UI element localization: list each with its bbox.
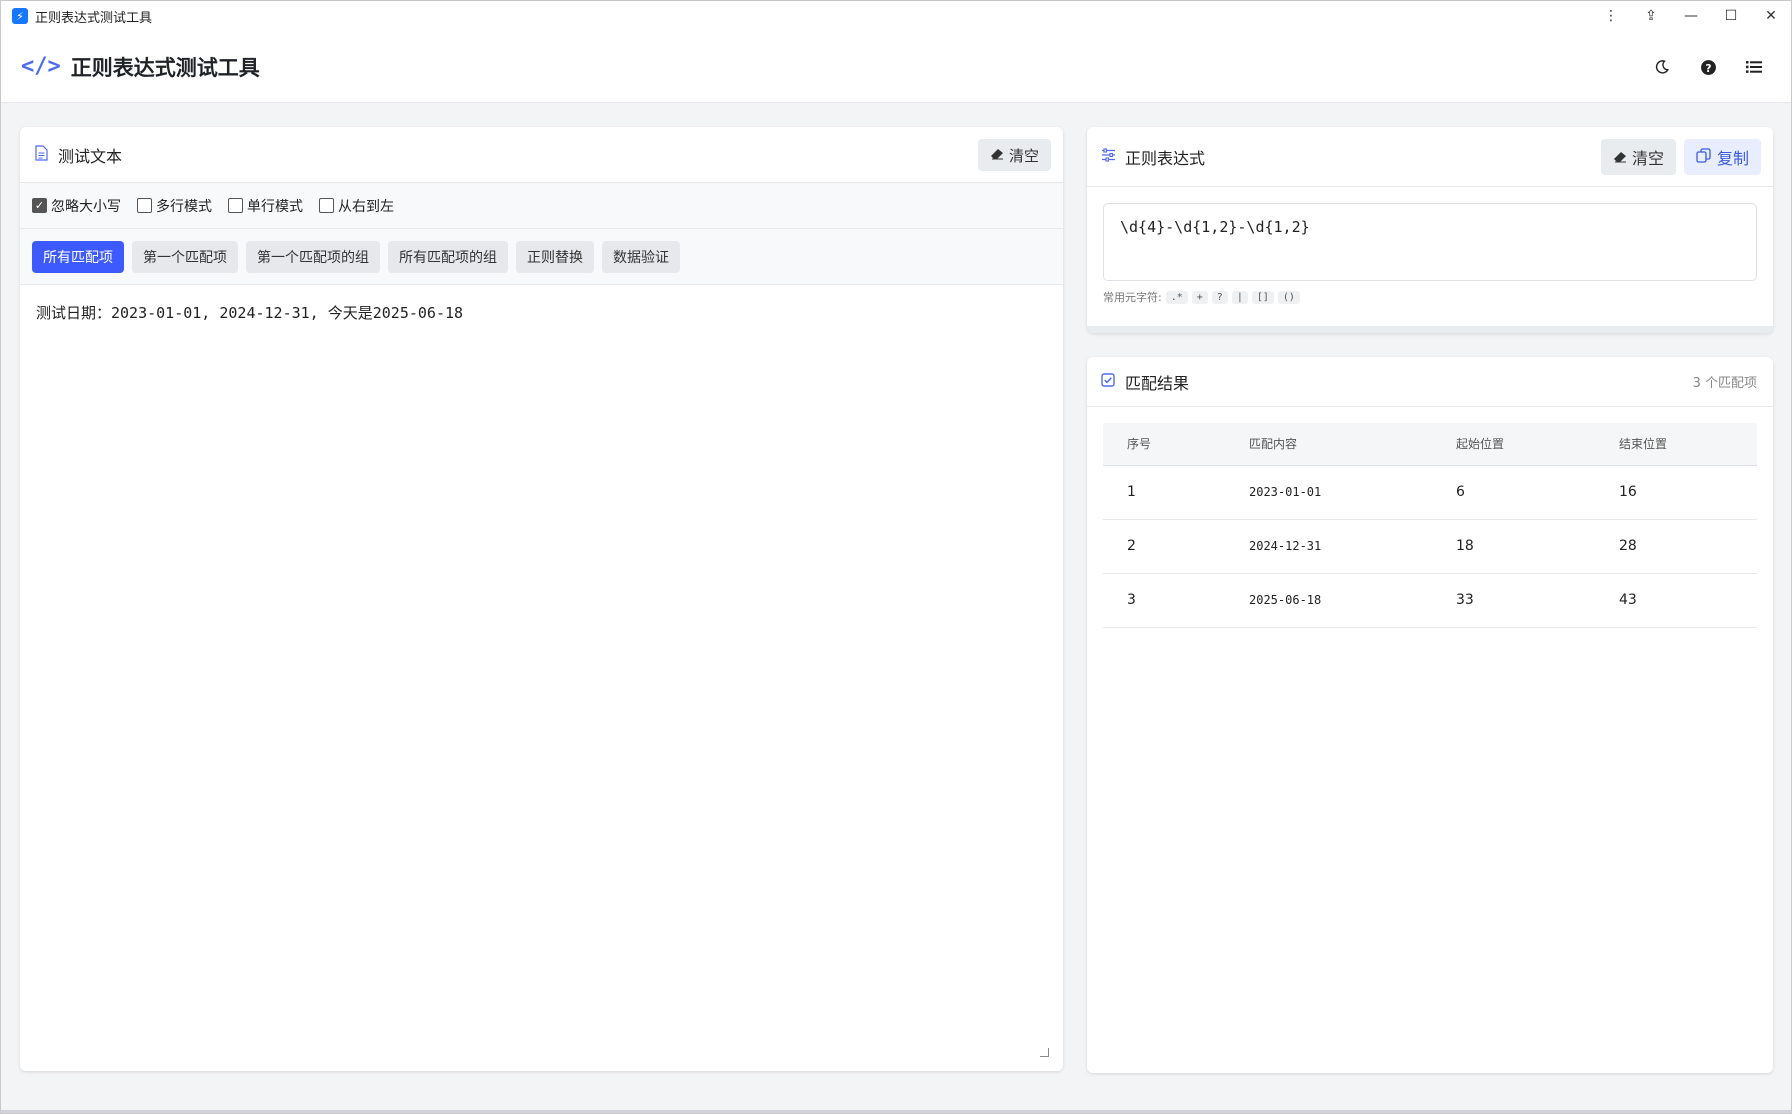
close-button[interactable]: ✕ xyxy=(1751,1,1791,31)
window-title: 正则表达式测试工具 xyxy=(35,10,153,26)
cell-index: 3 xyxy=(1103,573,1225,628)
clear-text-label: 清空 xyxy=(1008,146,1039,165)
cell-end: 28 xyxy=(1595,519,1757,574)
copy-regex-label: 复制 xyxy=(1716,149,1749,168)
copy-icon xyxy=(1696,147,1711,167)
document-icon xyxy=(32,144,50,165)
tab-all-matches[interactable]: 所有匹配项 xyxy=(32,240,124,273)
checkbox-icon[interactable] xyxy=(319,198,334,213)
option-multiline[interactable]: 多行模式 xyxy=(137,196,212,216)
test-text-title: 测试文本 xyxy=(58,146,123,166)
dark-mode-button[interactable] xyxy=(1639,47,1685,87)
pin-icon[interactable]: ⇪ xyxy=(1631,1,1671,31)
meta-char-chip[interactable]: ? xyxy=(1211,290,1228,304)
tab-data-validation[interactable]: 数据验证 xyxy=(602,240,680,273)
regex-panel: 正则表达式 清空 复制 \d{4}-\d{1,2}-\d{1,2} 常用元字符:… xyxy=(1087,127,1773,333)
eraser-icon xyxy=(1613,148,1627,167)
cell-index: 2 xyxy=(1103,519,1225,574)
list-icon xyxy=(1746,61,1762,73)
match-count: 3 个匹配项 xyxy=(1692,376,1757,391)
clear-text-button[interactable]: 清空 xyxy=(977,139,1051,171)
option-right-to-left[interactable]: 从右到左 xyxy=(319,196,394,216)
table-row[interactable]: 3 2025-06-18 33 43 xyxy=(1103,573,1757,628)
maximize-button[interactable]: ☐ xyxy=(1711,1,1751,31)
option-singleline[interactable]: 单行模式 xyxy=(228,196,303,216)
test-text-panel: 测试文本 清空 ✓ 忽略大小写 多行模式 单行模式 从右到左 所有匹配项 第一个… xyxy=(20,127,1063,1071)
tab-regex-replace[interactable]: 正则替换 xyxy=(516,240,594,273)
table-row[interactable]: 2 2024-12-31 18 28 xyxy=(1103,519,1757,574)
app-window: ⚡ 正则表达式测试工具 ⋮ ⇪ — ☐ ✕ </> 正则表达式测试工具 ? 测试… xyxy=(0,0,1792,1114)
clear-regex-label: 清空 xyxy=(1631,149,1664,168)
help-icon: ? xyxy=(1700,59,1716,75)
column-header: 匹配内容 xyxy=(1225,423,1432,466)
app-icon: ⚡ xyxy=(12,8,28,24)
regex-title: 正则表达式 xyxy=(1125,148,1206,168)
resize-handle[interactable] xyxy=(1040,1048,1049,1057)
regex-header: 正则表达式 清空 复制 xyxy=(1087,127,1773,187)
svg-text:?: ? xyxy=(1705,61,1711,74)
cell-match: 2025-06-18 xyxy=(1225,573,1432,628)
checkbox-icon[interactable] xyxy=(228,198,243,213)
cell-start: 6 xyxy=(1432,465,1595,520)
menu-list-button[interactable] xyxy=(1731,47,1777,87)
moon-icon xyxy=(1655,60,1669,74)
minimize-button[interactable]: — xyxy=(1671,1,1711,31)
bottom-edge xyxy=(1,1110,1791,1113)
window-controls: ⋮ ⇪ — ☐ ✕ xyxy=(1591,1,1791,31)
more-options-icon[interactable]: ⋮ xyxy=(1591,1,1631,31)
cell-end: 16 xyxy=(1595,465,1757,520)
meta-char-chip[interactable]: .* xyxy=(1165,290,1188,304)
checkbox-checked-icon xyxy=(1099,372,1117,391)
results-header: 匹配结果 3 个匹配项 xyxy=(1087,357,1773,407)
app-header: </> 正则表达式测试工具 ? xyxy=(1,31,1791,103)
mode-tabs: 所有匹配项 第一个匹配项 第一个匹配项的组 所有匹配项的组 正则替换 数据验证 xyxy=(20,229,1063,285)
test-text-content: 测试日期：2023-01-01, 2024-12-31, 今天是2025-06-… xyxy=(36,304,464,322)
copy-regex-button[interactable]: 复制 xyxy=(1683,139,1761,175)
regex-panel-divider xyxy=(1087,326,1773,333)
results-table: 序号 匹配内容 起始位置 结束位置 1 2023-01-01 6 16 2 20… xyxy=(1103,423,1757,628)
cell-index: 1 xyxy=(1103,465,1225,520)
cell-start: 18 xyxy=(1432,519,1595,574)
help-button[interactable]: ? xyxy=(1685,47,1731,87)
app-title: 正则表达式测试工具 xyxy=(70,55,260,80)
results-title: 匹配结果 xyxy=(1125,373,1190,393)
column-header: 结束位置 xyxy=(1595,423,1757,466)
title-bar: ⚡ 正则表达式测试工具 ⋮ ⇪ — ☐ ✕ xyxy=(1,1,1791,31)
checkbox-icon[interactable] xyxy=(137,198,152,213)
option-ignore-case[interactable]: ✓ 忽略大小写 xyxy=(32,196,121,216)
cell-start: 33 xyxy=(1432,573,1595,628)
tab-all-match-groups[interactable]: 所有匹配项的组 xyxy=(388,240,508,273)
meta-char-chip[interactable]: | xyxy=(1231,290,1248,304)
checkbox-checked-icon[interactable]: ✓ xyxy=(32,198,47,213)
header-actions: ? xyxy=(1639,31,1777,103)
meta-char-chip[interactable]: [] xyxy=(1251,290,1274,304)
eraser-icon xyxy=(990,146,1004,164)
cell-match: 2023-01-01 xyxy=(1225,465,1432,520)
sliders-icon xyxy=(1099,147,1117,166)
tab-first-match-groups[interactable]: 第一个匹配项的组 xyxy=(246,240,380,273)
column-header: 序号 xyxy=(1103,423,1225,466)
column-header: 起始位置 xyxy=(1432,423,1595,466)
meta-chars-label: 常用元字符: xyxy=(1103,291,1162,304)
table-row[interactable]: 1 2023-01-01 6 16 xyxy=(1103,465,1757,520)
test-text-header: 测试文本 清空 xyxy=(20,127,1063,183)
test-text-input[interactable]: 测试日期：2023-01-01, 2024-12-31, 今天是2025-06-… xyxy=(20,286,1063,1071)
regex-options: ✓ 忽略大小写 多行模式 单行模式 从右到左 xyxy=(20,183,1063,229)
tab-first-match[interactable]: 第一个匹配项 xyxy=(132,240,238,273)
cell-match: 2024-12-31 xyxy=(1225,519,1432,574)
meta-char-chip[interactable]: + xyxy=(1191,290,1208,304)
meta-chars-row: 常用元字符: .* + ? | [] () xyxy=(1103,289,1757,305)
meta-char-chip[interactable]: () xyxy=(1277,290,1300,304)
match-results-panel: 匹配结果 3 个匹配项 序号 匹配内容 起始位置 结束位置 1 2023-01-… xyxy=(1087,357,1773,1073)
table-header-row: 序号 匹配内容 起始位置 结束位置 xyxy=(1103,423,1757,466)
regex-input[interactable]: \d{4}-\d{1,2}-\d{1,2} xyxy=(1103,203,1757,281)
clear-regex-button[interactable]: 清空 xyxy=(1600,139,1676,175)
code-icon: </> xyxy=(21,54,61,79)
cell-end: 43 xyxy=(1595,573,1757,628)
